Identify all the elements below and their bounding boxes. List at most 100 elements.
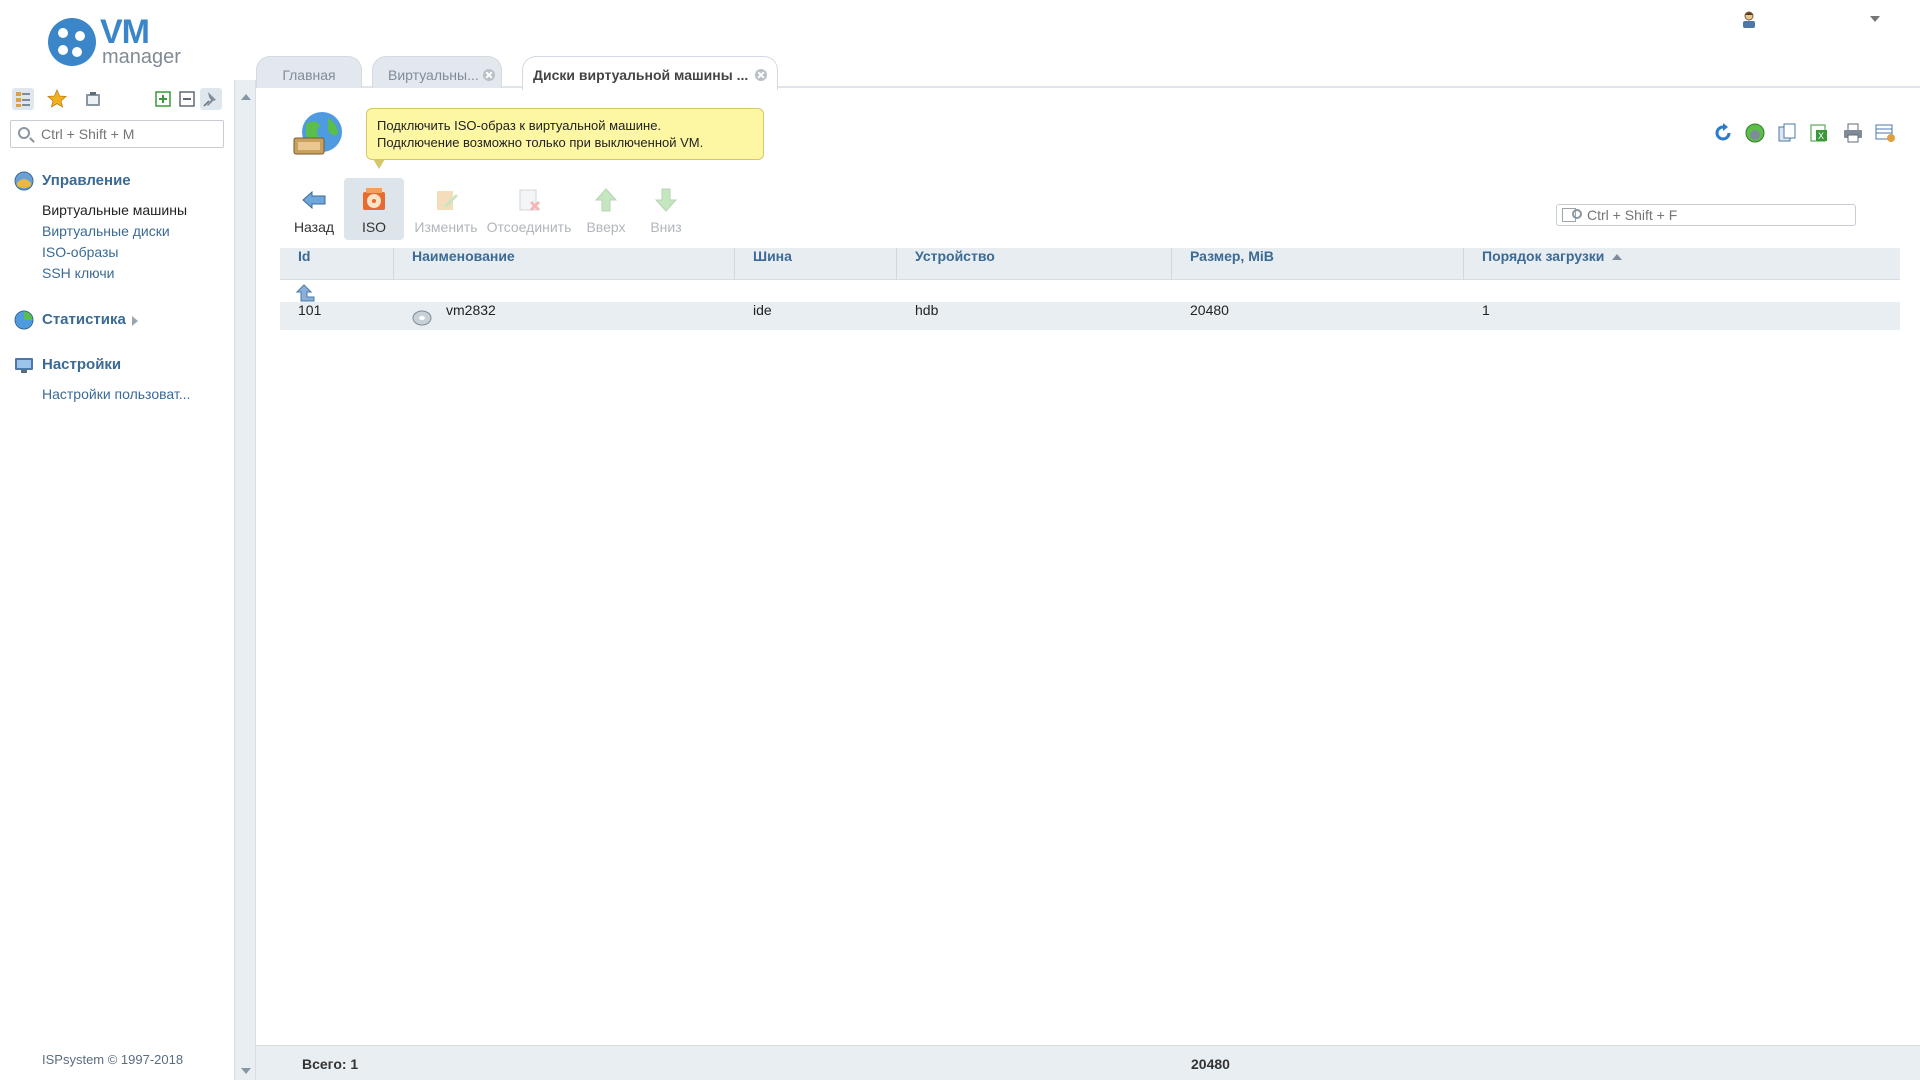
disk-icon [412,310,432,326]
globe-settings-icon[interactable] [1744,122,1766,144]
chevron-right-icon [132,316,138,326]
level-up-icon[interactable] [296,284,316,302]
size-sum: 20480 [1191,1056,1230,1072]
back-button[interactable]: Назад [286,178,342,240]
logo-text: VM [100,13,150,51]
button-label: Назад [293,219,335,235]
column-header-name[interactable]: Наименование [394,248,735,280]
close-icon[interactable] [755,69,767,81]
sidebar-search-input[interactable] [41,125,219,143]
sidebar-head-management[interactable]: Управление [14,170,159,192]
cell-id: 101 [298,302,322,318]
copy-icon[interactable] [1776,122,1798,144]
sidebar-item-ssh-keys[interactable]: SSH ключи [42,263,187,284]
column-header-boot-order[interactable]: Порядок загрузки [1464,248,1900,280]
user-icon [1743,11,1755,28]
close-icon[interactable] [483,69,495,81]
cell-bus: ide [753,302,772,318]
sort-ascending-icon [1612,254,1623,261]
sidebar-item-user-settings[interactable]: Настройки пользоват... [42,384,190,405]
edit-icon [437,191,458,210]
sidebar-splitter[interactable] [234,80,256,1080]
table-filter[interactable] [1556,204,1856,226]
edit-button[interactable]: Изменить [412,178,480,240]
button-label: Вверх [586,219,626,235]
pin-icon[interactable] [200,88,222,110]
iso-disc-icon [363,188,385,210]
column-header-label: Id [298,248,311,264]
table-row[interactable]: 101 vm2832 ide hdb 20480 1 [280,302,1900,330]
detach-icon [519,189,541,212]
button-label: ISO [361,219,387,235]
sidebar-section-title: Статистика [42,311,126,328]
column-header-label: Шина [753,248,792,264]
cell-name-text: vm2832 [446,302,496,318]
column-header-label: Наименование [412,248,515,264]
sidebar-item-virtual-machines[interactable]: Виртуальные машины [42,200,187,221]
tab-label: Виртуальны... [388,67,479,83]
main-content: Подключить ISO-образ к виртуальной машин… [256,90,1920,1080]
sidebar-section-settings: Настройки Настройки пользоват... [14,354,190,405]
filter-input[interactable] [1587,207,1847,223]
detach-button[interactable]: Отсоединить [484,178,574,240]
sidebar-section-management: Управление Виртуальные машины Виртуальны… [14,170,187,284]
column-header-label: Порядок загрузки [1482,248,1605,264]
iso-button[interactable]: ISO [344,178,404,240]
tab-home[interactable]: Главная [256,56,362,88]
sidebar-item-virtual-disks[interactable]: Виртуальные диски [42,221,187,242]
move-up-button[interactable]: Вверх [578,178,634,240]
print-icon[interactable] [1842,122,1864,144]
scroll-up-icon[interactable] [241,94,251,100]
chevron-down-icon[interactable] [1870,16,1880,22]
button-label: Вниз [650,219,682,235]
tooltip-line: Подключение возможно только при выключен… [377,135,704,150]
expand-all-icon[interactable] [152,88,174,110]
menu-tree-icon[interactable] [12,88,34,110]
column-header-bus[interactable]: Шина [735,248,897,280]
tab-bar: Главная Виртуальны... Диски виртуальной … [256,54,1920,90]
column-header-label: Устройство [915,248,995,264]
arrow-down-icon [654,188,678,212]
cell-name: vm2832 [394,302,735,330]
sidebar-section-title: Управление [42,172,131,189]
copyright: ISPsystem © 1997-2018 [42,1052,184,1067]
move-down-button[interactable]: Вниз [638,178,694,240]
tab-virtual-machines[interactable]: Виртуальны... [372,56,502,88]
vmmanager-logo[interactable]: VM manager [48,14,198,70]
back-arrow-icon [302,190,326,210]
cell-size: 20480 [1190,302,1229,318]
refresh-icon[interactable] [1712,122,1734,144]
iso-tooltip: Подключить ISO-образ к виртуальной машин… [366,108,764,169]
tab-label: Главная [282,67,336,83]
total-count: Всего: 1 [302,1056,359,1072]
page-actions: X [1712,122,1902,146]
column-header-size[interactable]: Размер, MiB [1172,248,1464,280]
tooltip-line: Подключить ISO-образ к виртуальной машин… [377,118,662,133]
cell-boot-order: 1 [1482,302,1490,318]
button-label: Изменить [414,219,478,235]
sidebar: Управление Виртуальные машины Виртуальны… [0,80,234,1080]
sidebar-toolbar [12,88,226,112]
parent-level-row[interactable] [280,280,1900,302]
statistics-icon [14,310,34,330]
collapse-all-icon[interactable] [176,88,198,110]
scroll-down-icon[interactable] [241,1068,251,1074]
sidebar-item-iso-images[interactable]: ISO-образы [42,242,187,263]
clipboard-icon[interactable] [82,88,104,110]
user-menu[interactable] [1740,8,1880,32]
export-excel-icon[interactable]: X [1808,122,1830,144]
table-settings-icon[interactable] [1874,122,1896,144]
svg-text:X: X [1818,131,1824,141]
sidebar-section-title: Настройки [42,356,122,373]
sidebar-head-settings[interactable]: Настройки [14,354,162,376]
column-header-id[interactable]: Id [280,248,394,280]
sidebar-search[interactable] [10,120,224,148]
tab-vm-disks[interactable]: Диски виртуальной машины ... [522,56,778,90]
table-header: Id Наименование Шина Устройство Размер, … [280,248,1900,280]
globe-disk-icon [293,112,342,155]
settings-monitor-icon [15,358,33,373]
management-icon [14,171,34,191]
column-header-label: Размер, MiB [1190,248,1274,264]
column-header-device[interactable]: Устройство [897,248,1172,280]
favorites-star-icon[interactable] [46,88,68,110]
